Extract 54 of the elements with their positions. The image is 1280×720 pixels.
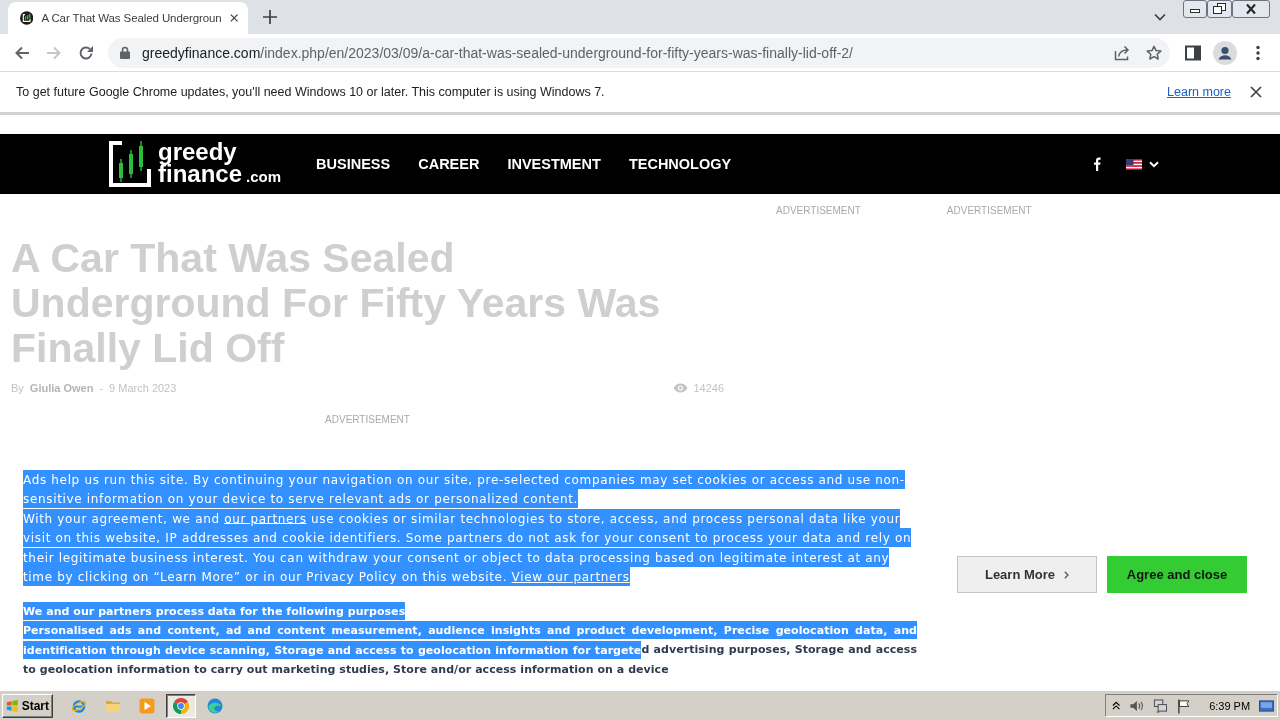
taskbar-button[interactable] <box>166 693 196 718</box>
windows-logo-icon <box>6 697 19 714</box>
learn-more-link[interactable]: Learn more <box>1167 85 1231 99</box>
reload-icon[interactable] <box>78 44 94 61</box>
eye-icon <box>673 383 689 393</box>
chevron-down-icon[interactable] <box>1154 13 1166 21</box>
advertisement-label: ADVERTISEMENT <box>946 204 1032 218</box>
browser-icon <box>71 697 87 714</box>
network-icon[interactable] <box>1153 697 1169 714</box>
restore-icon[interactable] <box>1207 0 1232 18</box>
nav-link[interactable]: TECHNOLOGY <box>628 156 732 172</box>
browser-icon <box>207 697 223 714</box>
more-options-button[interactable]: Learn More <box>957 556 1097 593</box>
flag-icon[interactable] <box>1126 158 1142 170</box>
browser-tab[interactable]: A Car That Was Sealed Undergroun <box>8 2 248 34</box>
chevron-up-icon[interactable] <box>1112 701 1121 710</box>
nav-link[interactable]: INVESTMENT <box>507 156 601 172</box>
chevron-right-icon <box>1064 570 1070 579</box>
accept-button[interactable]: Agree and close <box>1107 556 1247 593</box>
share-icon[interactable] <box>1114 44 1130 61</box>
logo-text: .com <box>246 166 282 187</box>
media-player-icon <box>139 697 155 714</box>
side-panel-icon[interactable] <box>1185 44 1201 61</box>
logo-icon <box>107 139 153 189</box>
close-icon[interactable] <box>229 13 238 23</box>
address-bar[interactable]: greedyfinance.com/index.php/en/2023/03/09/a-car-that-was-sealed-underground-for-fifty-years-was-finally-lid-off-2/ <box>108 37 1170 68</box>
avatar-icon[interactable] <box>1213 40 1237 65</box>
plus-icon[interactable] <box>263 10 277 24</box>
browser-icon <box>173 697 189 714</box>
site-logo-icon <box>20 10 34 26</box>
start-button[interactable]: Start <box>2 693 53 718</box>
view-count: 14246 <box>693 381 724 395</box>
advertisement-label: ADVERTISEMENT <box>776 204 861 218</box>
nav-link[interactable]: BUSINESS <box>316 156 391 172</box>
advertisement-label: ADVERTISEMENT <box>325 413 410 427</box>
byline-separator: - <box>99 381 104 395</box>
logo-text: greedy <box>158 140 237 163</box>
arrow-left-icon[interactable] <box>14 44 30 61</box>
menu-icon[interactable] <box>1256 44 1260 61</box>
purposes-text: We and our partners process data for the following purposes <box>23 601 917 621</box>
close-icon[interactable] <box>1232 0 1270 18</box>
star-icon[interactable] <box>1146 44 1162 61</box>
infobar-message: To get future Google Chrome updates, you'll need Windows 10 or later. This computer is using Windows 7. <box>16 85 606 99</box>
show-desktop-icon[interactable] <box>1259 699 1274 712</box>
minimize-icon[interactable] <box>1183 0 1207 18</box>
nav-link[interactable]: CAREER <box>418 156 480 172</box>
clock-text: 6:39 PM <box>1209 699 1251 712</box>
byline-text: By <box>11 381 24 395</box>
purposes-text: Personalised ads and content, ad and content measurement, audience insights and product development, Precise geolocation data, and identification through device scanning, Storage and access to geolocation information for targeted advertising purposes, Storage and access to geolocation information to carry out marketing studies, Store and/or access information on a device <box>23 620 917 678</box>
article-date: 9 March 2023 <box>109 381 177 395</box>
flag-icon[interactable] <box>1177 697 1191 714</box>
facebook-icon[interactable] <box>1093 157 1101 171</box>
lock-icon <box>120 46 130 59</box>
close-icon[interactable] <box>1250 86 1262 98</box>
